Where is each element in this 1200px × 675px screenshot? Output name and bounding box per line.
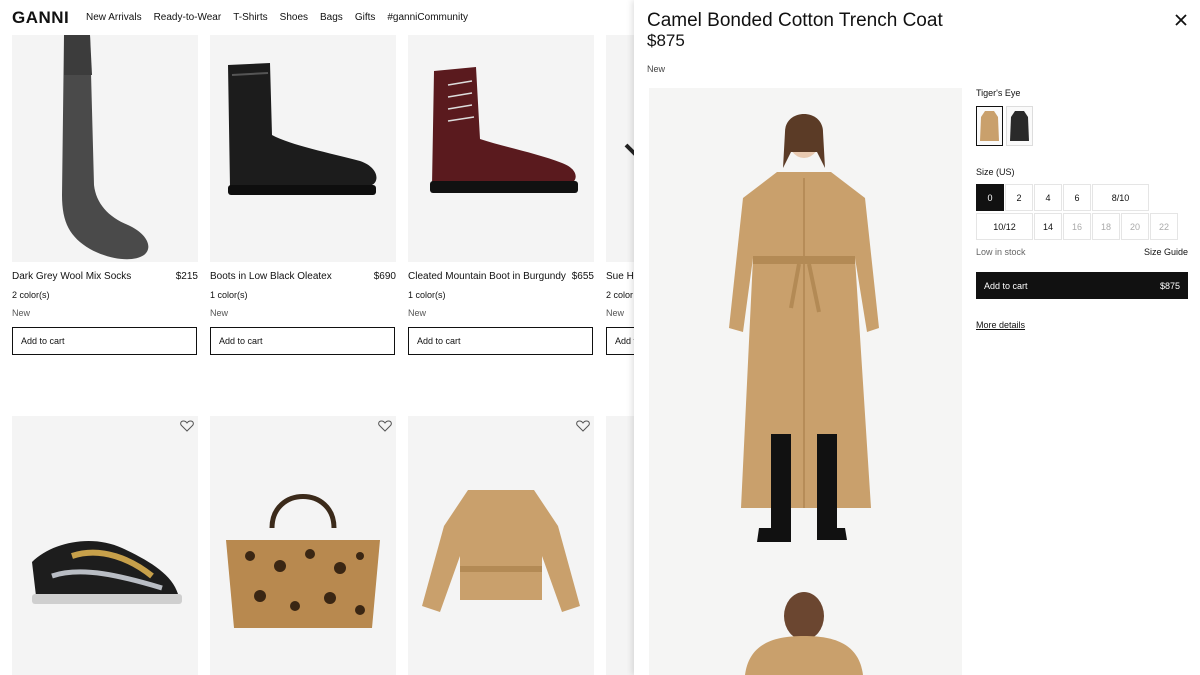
add-to-cart-label: Add to cart xyxy=(984,280,1028,291)
new-badge: New xyxy=(647,64,666,74)
nav-bags[interactable]: Bags xyxy=(320,12,343,23)
nav-new-arrivals[interactable]: New Arrivals xyxy=(86,12,142,23)
size-option[interactable]: 16 xyxy=(1063,213,1091,240)
product-name[interactable]: Dark Grey Wool Mix Socks xyxy=(12,271,131,282)
nav-gifts[interactable]: Gifts xyxy=(355,12,376,23)
heart-icon[interactable] xyxy=(576,420,590,432)
add-to-cart-price: $875 xyxy=(1159,280,1180,291)
nav-t-shirts[interactable]: T-Shirts xyxy=(233,12,267,23)
new-badge: New xyxy=(12,308,31,318)
add-to-cart-button[interactable]: Add to cart $875 xyxy=(976,272,1188,299)
size-option[interactable]: 2 xyxy=(1005,184,1033,211)
size-option[interactable]: 4 xyxy=(1034,184,1062,211)
product-colors: 1 color(s) xyxy=(408,290,446,300)
quick-view-panel: Camel Bonded Cotton Trench Coat $875 New… xyxy=(634,0,1200,675)
stock-status: Low in stock xyxy=(976,247,1026,257)
size-option[interactable]: 8/10 xyxy=(1092,184,1149,211)
product-image-socks[interactable] xyxy=(12,35,198,262)
size-option[interactable]: 0 xyxy=(976,184,1004,211)
size-option[interactable]: 6 xyxy=(1063,184,1091,211)
product-card[interactable] xyxy=(12,416,198,675)
add-to-cart-button[interactable]: Add to cart xyxy=(408,327,593,355)
size-guide-link[interactable]: Size Guide xyxy=(1144,247,1188,257)
product-colors: 1 color(s) xyxy=(210,290,248,300)
size-option[interactable]: 14 xyxy=(1034,213,1062,240)
color-swatch-black[interactable] xyxy=(1006,106,1033,146)
product-image-boots[interactable] xyxy=(210,35,396,262)
product-options: Tiger's Eye Size (US) 0 2 4 6 8/10 10/12… xyxy=(976,88,1188,333)
heart-icon[interactable] xyxy=(180,420,194,432)
product-colors: 2 color(s) xyxy=(12,290,50,300)
product-card[interactable] xyxy=(210,416,396,675)
product-card[interactable]: Cleated Mountain Boot in Burgundy $655 1… xyxy=(408,35,594,355)
product-image-leopard-tote[interactable] xyxy=(210,416,396,675)
product-image-sneaker[interactable] xyxy=(12,416,198,675)
color-swatch-camel[interactable] xyxy=(976,106,1003,146)
product-image-mountain-boot[interactable] xyxy=(408,35,594,262)
product-title: Camel Bonded Cotton Trench Coat xyxy=(647,10,943,31)
product-card[interactable] xyxy=(408,416,594,675)
selected-color-name: Tiger's Eye xyxy=(976,88,1021,98)
size-selector: 0 2 4 6 8/10 10/12 14 16 18 20 22 xyxy=(976,184,1188,242)
size-option[interactable]: 18 xyxy=(1092,213,1120,240)
nav-shoes[interactable]: Shoes xyxy=(280,12,308,23)
size-option[interactable]: 22 xyxy=(1150,213,1178,240)
product-price: $690 xyxy=(373,271,396,282)
size-label: Size (US) xyxy=(976,167,1015,177)
add-to-cart-button[interactable]: Add to cart xyxy=(12,327,197,355)
product-price: $875 xyxy=(647,31,685,50)
close-icon[interactable] xyxy=(1174,13,1188,27)
more-details-link[interactable]: More details xyxy=(976,320,1025,330)
product-gallery[interactable] xyxy=(649,88,962,675)
size-option[interactable]: 20 xyxy=(1121,213,1149,240)
product-price: $655 xyxy=(571,271,594,282)
product-image-cropped-trench[interactable] xyxy=(408,416,594,675)
size-option[interactable]: 10/12 xyxy=(976,213,1033,240)
new-badge: New xyxy=(408,308,427,318)
add-to-cart-button[interactable]: Add to cart xyxy=(210,327,395,355)
product-card[interactable]: Dark Grey Wool Mix Socks $215 2 color(s)… xyxy=(12,35,198,355)
nav-community[interactable]: #ganniCommunity xyxy=(387,12,468,23)
heart-icon[interactable] xyxy=(378,420,392,432)
new-badge: New xyxy=(210,308,229,318)
color-swatches xyxy=(976,106,1188,146)
product-image-trench-coat xyxy=(729,114,879,675)
brand-logo[interactable]: GANNI xyxy=(12,8,69,28)
product-price: $215 xyxy=(175,271,198,282)
product-name[interactable]: Boots in Low Black Oleatex xyxy=(210,271,332,282)
main-nav: New Arrivals Ready-to-Wear T-Shirts Shoe… xyxy=(86,12,480,23)
product-name[interactable]: Cleated Mountain Boot in Burgundy xyxy=(408,271,566,282)
product-card[interactable]: Boots in Low Black Oleatex $690 1 color(… xyxy=(210,35,396,355)
nav-ready-to-wear[interactable]: Ready-to-Wear xyxy=(154,12,222,23)
